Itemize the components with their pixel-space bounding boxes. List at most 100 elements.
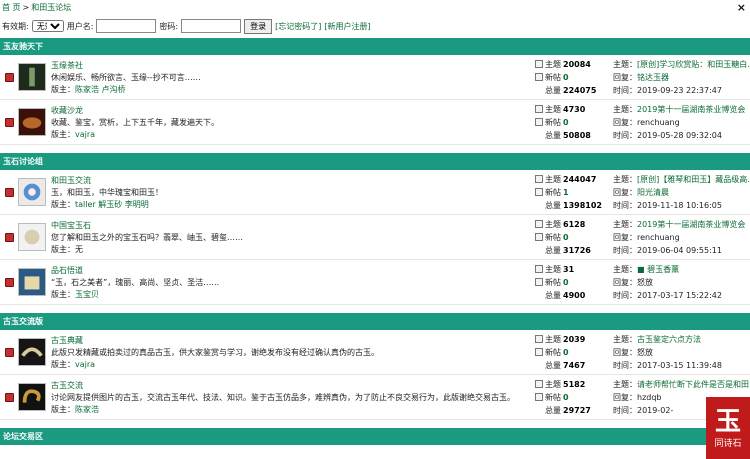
last-reply-user[interactable]: 阳光清晨 [637, 188, 669, 197]
last-topic-link[interactable]: 2019第十一届湖南茶业博览会 [637, 220, 745, 229]
last-topic-link[interactable]: 请老师帮忙断下此件是否是和田 [637, 380, 749, 389]
forum-title[interactable]: 玉缘茶社 [51, 60, 535, 71]
login-bar: 有效期: 无效 用户名: 密码: 登录 [忘记密码了] [新用户注册] [0, 14, 750, 38]
last-post-time: 2019-11-18 10:16:05 [637, 200, 722, 210]
total-count: 224075 [563, 85, 597, 95]
watermark-char: 玉 [714, 406, 741, 437]
forum-thumbnail[interactable] [18, 178, 46, 206]
new-count: 0 [563, 277, 569, 287]
category-header: 玉石讨论组 [0, 153, 750, 170]
last-reply-user[interactable]: 怒放 [637, 278, 653, 287]
moderators[interactable]: vajra [75, 360, 95, 369]
forum-thumbnail[interactable] [18, 108, 46, 136]
book-icon [4, 232, 14, 242]
forum-description: 您了解和田玉之外的宝玉石吗？翡翠、岫玉、碧玺…… [51, 232, 243, 242]
login-button[interactable]: 登录 [244, 18, 273, 34]
topic-count: 244047 [563, 174, 597, 184]
forum-row: 品石悟道 “玉，石之美者”，瑰丽、高尚、坚贞、圣洁…… 版主：玉宝贝 主题 31 … [0, 260, 750, 305]
last-post-time: 2017-03-17 15:22:42 [637, 290, 722, 300]
forum-description: 休闲娱乐、畅所欲言、玉缘--抄不可言…… [51, 72, 201, 82]
topics-icon [535, 380, 543, 388]
new-count: 0 [563, 117, 569, 127]
register-link[interactable]: [新用户注册] [324, 21, 370, 32]
topic-count: 5182 [563, 379, 586, 389]
new-posts-icon [535, 348, 543, 356]
forum-thumbnail[interactable] [18, 223, 46, 251]
new-count: 0 [563, 392, 569, 402]
password-input[interactable] [181, 19, 242, 33]
forum-thumbnail[interactable] [18, 338, 46, 366]
last-post-time: 2019-02- [637, 405, 674, 415]
forum-title[interactable]: 古玉典藏 [51, 335, 535, 346]
moderator-label: 版主： [51, 84, 75, 94]
breadcrumb: 首 页 > 和田玉论坛 × [0, 0, 750, 14]
last-topic-link[interactable]: 2019第十一届湖南茶业博览会 [637, 105, 745, 114]
breadcrumb-forum[interactable]: 和田玉论坛 [31, 2, 71, 13]
forum-thumbnail[interactable] [18, 268, 46, 296]
forgot-password-link[interactable]: [忘记密码了] [275, 21, 321, 32]
topics-icon [535, 220, 543, 228]
topics-icon [535, 335, 543, 343]
last-reply-user[interactable]: 铭达玉器 [637, 73, 669, 82]
new-posts-icon [535, 233, 543, 241]
total-count: 4900 [563, 290, 586, 300]
forum-title[interactable]: 品石悟道 [51, 265, 535, 276]
book-icon [4, 392, 14, 402]
topics-icon [535, 60, 543, 68]
new-posts-icon [535, 188, 543, 196]
last-reply-user[interactable]: renchuang [637, 118, 680, 127]
forum-title[interactable]: 古玉交流 [51, 380, 535, 391]
new-count: 0 [563, 232, 569, 242]
new-posts-icon [535, 118, 543, 126]
forum-thumbnail[interactable] [18, 63, 46, 91]
moderators[interactable]: 陈家浩 [75, 405, 99, 414]
book-icon [4, 277, 14, 287]
forum-thumbnail[interactable] [18, 383, 46, 411]
close-icon[interactable]: × [737, 1, 746, 14]
total-count: 31726 [563, 245, 591, 255]
topic-count: 6128 [563, 219, 586, 229]
book-icon [4, 72, 14, 82]
book-icon [4, 187, 14, 197]
forum-description: 收藏、鉴宝，赏析，上下五千年，藏发遍天下。 [51, 117, 219, 127]
category-header: 论坛交易区 [0, 428, 750, 445]
topics-icon [535, 175, 543, 183]
category-header: 玉友驰天下 [0, 38, 750, 55]
last-reply-user[interactable]: hzdqb [637, 393, 662, 402]
last-reply-user[interactable]: 怒放 [637, 348, 653, 357]
breadcrumb-home[interactable]: 首 页 [2, 2, 21, 13]
forum-title[interactable]: 收藏沙龙 [51, 105, 535, 116]
total-count: 1398102 [563, 200, 602, 210]
last-topic-link[interactable]: [原创]学习欣赏贴：和田玉糖白… [637, 60, 750, 69]
breadcrumb-separator: > [22, 2, 30, 12]
username-input[interactable] [96, 19, 157, 33]
forum-title[interactable]: 中国宝玉石 [51, 220, 535, 231]
last-post-time: 2019-05-28 09:32:04 [637, 130, 722, 140]
forum-description: 玉，和田玉，中华瑰宝和田玉！ [51, 187, 163, 197]
moderators[interactable]: 玉宝贝 [75, 290, 99, 299]
new-posts-icon [535, 393, 543, 401]
forum-row: 玉缘茶社 休闲娱乐、畅所欲言、玉缘--抄不可言…… 版主：陈家浩 卢沟桥 主题 2… [0, 55, 750, 100]
topic-count: 4730 [563, 104, 586, 114]
forum-row: 古玉典藏 此版只发精藏或拍卖过的真品古玉，供大家鉴赏与学习，谢绝发布没有经过确认… [0, 330, 750, 375]
username-label: 用户名: [66, 21, 94, 31]
forum-description: 此版只发精藏或拍卖过的真品古玉，供大家鉴赏与学习，谢绝发布没有经过确认真伪的古玉… [51, 347, 379, 357]
moderators[interactable]: vajra [75, 130, 95, 139]
moderators[interactable]: 陈家浩 卢沟桥 [75, 85, 126, 94]
last-topic-link[interactable]: ■ 碧玉香薰 [637, 265, 679, 274]
topics-icon [535, 265, 543, 273]
last-topic-link[interactable]: [原创]【雅琴和田玉】藏品级高… [637, 175, 750, 184]
total-count: 50808 [563, 130, 591, 140]
topic-count: 2039 [563, 334, 586, 344]
new-count: 0 [563, 72, 569, 82]
validity-select[interactable]: 无效 [31, 20, 64, 32]
forum-title[interactable]: 和田玉交流 [51, 175, 535, 186]
topics-icon [535, 105, 543, 113]
new-count: 1 [563, 187, 569, 197]
last-topic-link[interactable]: 古玉鉴定六点方法 [637, 335, 701, 344]
last-reply-user[interactable]: renchuang [637, 233, 680, 242]
topic-count: 20084 [563, 59, 591, 69]
book-icon [4, 117, 14, 127]
forum-row: 中国宝玉石 您了解和田玉之外的宝玉石吗？翡翠、岫玉、碧玺…… 版主：无 主题 61… [0, 215, 750, 260]
moderators[interactable]: taller 解玉砂 李明明 [75, 200, 149, 209]
